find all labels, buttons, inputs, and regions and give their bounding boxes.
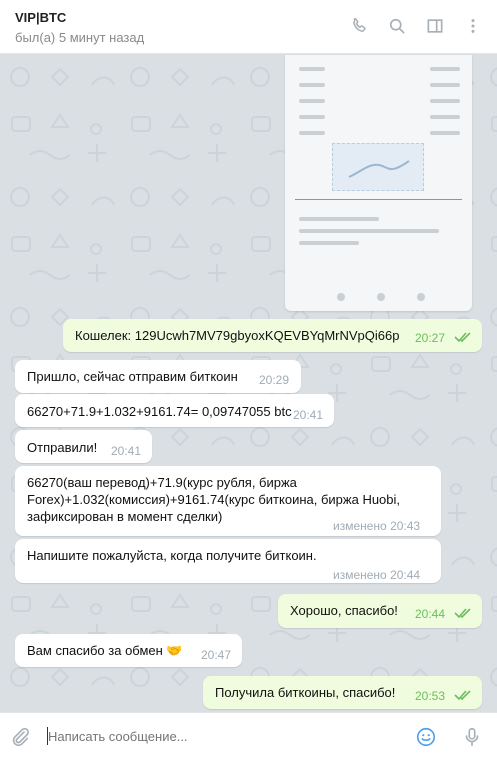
receipt-signature: [348, 160, 410, 178]
message-text: Получила биткоины, спасибо!: [215, 685, 396, 700]
read-checkmarks-icon: [454, 690, 471, 701]
chat-last-seen-status: был(а) 5 минут назад: [15, 30, 145, 45]
more-icon[interactable]: [461, 14, 485, 38]
message-time: 20:29: [259, 373, 290, 387]
message-time: 20:41: [111, 444, 142, 458]
message-incoming[interactable]: Вам спасибо за обмен 🤝 20:47: [15, 634, 242, 667]
message-text: Напишите пожалуйста, когда получите битк…: [27, 548, 317, 563]
chat-header: VIP|BTC был(а) 5 минут назад: [0, 0, 497, 54]
message-composer: [0, 712, 497, 759]
search-icon[interactable]: [385, 14, 409, 38]
message-incoming[interactable]: 66270+71.9+1.032+9161.74= 0,09747055 btc…: [15, 394, 334, 427]
message-text: Отправили!: [27, 440, 98, 455]
message-incoming[interactable]: 66270(ваш перевод)+71.9(курс рубля, бирж…: [15, 466, 441, 536]
phone-icon[interactable]: [347, 14, 371, 38]
message-outgoing[interactable]: Получила биткоины, спасибо! 20:53: [203, 676, 482, 709]
message-text: Пришло, сейчас отправим биткоин: [27, 369, 238, 384]
microphone-icon[interactable]: [460, 725, 484, 749]
message-text: Кошелек: 129Ucwh7MV79gbyoxKQEVBYqMrNVpQi…: [75, 328, 400, 343]
message-text: 66270+71.9+1.032+9161.74= 0,09747055 btc: [27, 404, 292, 419]
message-outgoing[interactable]: Хорошо, спасибо! 20:44: [278, 594, 482, 628]
message-time: изменено 20:43: [333, 519, 421, 533]
message-list[interactable]: Кошелек: 129Ucwh7MV79gbyoxKQEVBYqMrNVpQi…: [0, 55, 497, 712]
message-input[interactable]: [48, 725, 388, 747]
message-text: Вам спасибо за обмен 🤝: [27, 643, 183, 658]
message-outgoing[interactable]: Кошелек: 129Ucwh7MV79gbyoxKQEVBYqMrNVpQi…: [63, 319, 482, 352]
message-time: 20:41: [293, 408, 324, 422]
emoji-icon[interactable]: [414, 725, 438, 749]
message-time: изменено 20:44: [333, 568, 421, 582]
message-time: 20:47: [201, 648, 232, 662]
chat-title[interactable]: VIP|BTC: [15, 10, 66, 25]
message-time: 20:53: [415, 689, 446, 703]
message-time: 20:27: [415, 331, 446, 345]
read-checkmarks-icon: [454, 332, 471, 343]
read-checkmarks-icon: [454, 608, 471, 619]
message-incoming[interactable]: Напишите пожалуйста, когда получите битк…: [15, 539, 441, 583]
message-incoming[interactable]: Отправили! 20:41: [15, 430, 152, 463]
message-text: Хорошо, спасибо!: [290, 603, 398, 618]
sidebar-toggle-icon[interactable]: [423, 14, 447, 38]
receipt-image-message[interactable]: [285, 55, 472, 311]
message-time: 20:44: [415, 607, 446, 621]
message-incoming[interactable]: Пришло, сейчас отправим биткоин 20:29: [15, 360, 301, 393]
attach-icon[interactable]: [8, 725, 32, 749]
